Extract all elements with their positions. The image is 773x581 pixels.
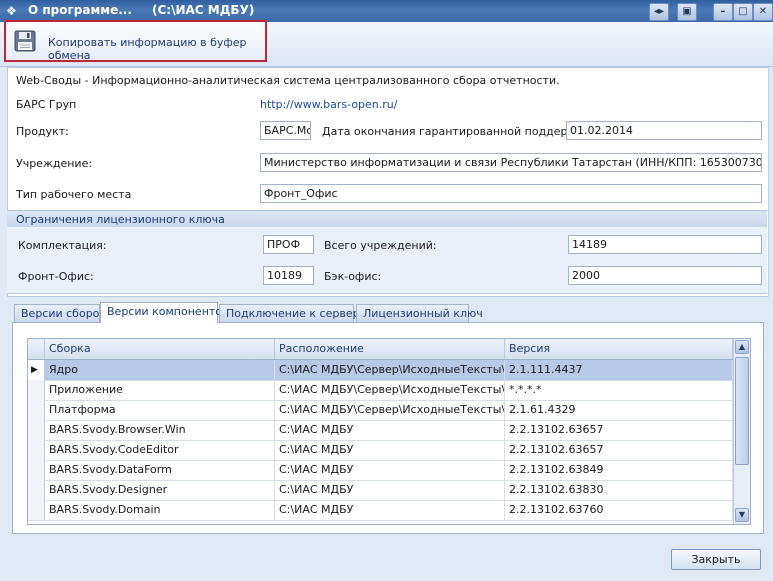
license-group-title: Ограничения лицензионного ключа xyxy=(16,213,225,226)
title-bar: ❖ О программе... (C:\ИАС МДБУ) ◂▸ ▣ – □ … xyxy=(0,0,773,22)
company-link[interactable]: http://www.bars-open.ru/ xyxy=(260,98,397,111)
table-row[interactable]: BARS.Svody.DataForm C:\ИАС МДБУ 2.2.1310… xyxy=(28,460,733,481)
cell-build[interactable]: BARS.Svody.DataForm xyxy=(45,460,275,480)
cell-location[interactable]: C:\ИАС МДБУ\Сервер\ИсходныеТексты\... xyxy=(275,360,505,380)
copy-to-clipboard-button[interactable]: Копировать информацию в буфер обмена xyxy=(4,20,267,62)
row-selector xyxy=(28,460,45,480)
row-selector xyxy=(28,440,45,460)
table-row[interactable]: ▶ Ядро C:\ИАС МДБУ\Сервер\ИсходныеТексты… xyxy=(28,360,733,381)
floppy-disk-icon xyxy=(14,30,36,52)
window-path: (C:\ИАС МДБУ) xyxy=(152,3,255,17)
table-row[interactable]: BARS.Svody.Domain C:\ИАС МДБУ 2.2.13102.… xyxy=(28,500,733,521)
organization-label: Учреждение: xyxy=(16,157,93,170)
column-header-location[interactable]: Расположение xyxy=(275,339,505,359)
front-office-label: Фронт-Офис: xyxy=(18,270,94,283)
cell-build[interactable]: Ядро xyxy=(45,360,275,380)
row-selector xyxy=(28,420,45,440)
tab-server-connection[interactable]: Подключение к серверу xyxy=(219,304,366,322)
cell-version[interactable]: *.*.*.* xyxy=(505,380,733,400)
cell-version[interactable]: 2.2.13102.63849 xyxy=(505,460,733,480)
tab-build-versions[interactable]: Версии сборок xyxy=(14,304,106,322)
total-orgs-field[interactable]: 14189 xyxy=(568,235,762,254)
kit-label: Комплектация: xyxy=(18,239,107,252)
grid-corner xyxy=(28,339,45,359)
table-row[interactable]: Платформа C:\ИАС МДБУ\Сервер\ИсходныеТек… xyxy=(28,400,733,421)
back-office-label: Бэк-офис: xyxy=(324,270,382,283)
cell-version[interactable]: 2.1.111.4437 xyxy=(505,360,733,380)
copy-button-label: Копировать информацию в буфер обмена xyxy=(48,36,247,62)
table-row[interactable]: BARS.Svody.CodeEditor C:\ИАС МДБУ 2.2.13… xyxy=(28,440,733,461)
cell-location[interactable]: C:\ИАС МДБУ xyxy=(275,420,505,440)
column-header-version[interactable]: Версия xyxy=(505,339,733,359)
table-row[interactable]: BARS.Svody.Designer C:\ИАС МДБУ 2.2.1310… xyxy=(28,480,733,501)
cell-version[interactable]: 2.1.61.4329 xyxy=(505,400,733,420)
cell-location[interactable]: C:\ИАС МДБУ\Сервер\ИсходныеТексты\... xyxy=(275,380,505,400)
cell-location[interactable]: C:\ИАС МДБУ xyxy=(275,440,505,460)
close-icon[interactable]: ✕ xyxy=(753,3,773,21)
scroll-up-icon[interactable]: ▲ xyxy=(735,340,749,354)
collapse-arrows-icon[interactable]: ◂▸ xyxy=(649,3,669,21)
cell-version[interactable]: 2.2.13102.63760 xyxy=(505,500,733,520)
back-office-field[interactable]: 2000 xyxy=(568,266,762,285)
organization-field[interactable]: Министерство информатизации и связи Респ… xyxy=(260,153,762,172)
front-office-field[interactable]: 10189 xyxy=(263,266,314,285)
maximize-icon[interactable]: □ xyxy=(733,3,753,21)
cell-location[interactable]: C:\ИАС МДБУ xyxy=(275,500,505,520)
cell-build[interactable]: BARS.Svody.CodeEditor xyxy=(45,440,275,460)
row-selector xyxy=(28,380,45,400)
cell-location[interactable]: C:\ИАС МДБУ xyxy=(275,460,505,480)
system-description: Web-Своды - Информационно-аналитическая … xyxy=(16,74,560,87)
column-header-build[interactable]: Сборка xyxy=(45,339,275,359)
cell-build[interactable]: BARS.Svody.Designer xyxy=(45,480,275,500)
row-selector xyxy=(28,500,45,520)
tab-component-versions[interactable]: Версии компонентов xyxy=(100,302,229,323)
scroll-down-icon[interactable]: ▼ xyxy=(735,508,749,522)
window-title: О программе... xyxy=(28,3,132,17)
product-field[interactable]: БАРС.Мо xyxy=(260,121,311,140)
row-selector xyxy=(28,480,45,500)
minimize-icon[interactable]: – xyxy=(713,3,733,21)
cell-build[interactable]: Платформа xyxy=(45,400,275,420)
scroll-thumb[interactable] xyxy=(735,357,749,465)
table-row[interactable]: BARS.Svody.Browser.Win C:\ИАС МДБУ 2.2.1… xyxy=(28,420,733,441)
support-date-label: Дата окончания гарантированной поддержки… xyxy=(322,125,595,138)
kit-field[interactable]: ПРОФ xyxy=(263,235,314,254)
workplace-type-label: Тип рабочего места xyxy=(16,188,132,201)
cell-version[interactable]: 2.2.13102.63830 xyxy=(505,480,733,500)
company-label: БАРС Груп xyxy=(16,98,77,111)
table-row[interactable]: Приложение C:\ИАС МДБУ\Сервер\ИсходныеТе… xyxy=(28,380,733,401)
pin-icon[interactable]: ▣ xyxy=(677,3,697,21)
cell-location[interactable]: C:\ИАС МДБУ xyxy=(275,480,505,500)
cell-location[interactable]: C:\ИАС МДБУ\Сервер\ИсходныеТексты\... xyxy=(275,400,505,420)
cell-build[interactable]: BARS.Svody.Domain xyxy=(45,500,275,520)
cell-build[interactable]: BARS.Svody.Browser.Win xyxy=(45,420,275,440)
workplace-type-field[interactable]: Фронт_Офис xyxy=(260,184,762,203)
cell-version[interactable]: 2.2.13102.63657 xyxy=(505,420,733,440)
cell-version[interactable]: 2.2.13102.63657 xyxy=(505,440,733,460)
support-date-field[interactable]: 01.02.2014 xyxy=(566,121,762,140)
row-selector xyxy=(28,400,45,420)
row-selector-icon: ▶ xyxy=(28,360,45,380)
product-label: Продукт: xyxy=(16,125,69,138)
license-group-header: Ограничения лицензионного ключа xyxy=(7,210,767,228)
app-icon: ❖ xyxy=(6,4,17,18)
total-orgs-label: Всего учреждений: xyxy=(324,239,437,252)
vertical-scrollbar[interactable]: ▲ ▼ xyxy=(733,339,750,524)
components-grid: Сборка Расположение Версия ▶ Ядро C:\ИАС… xyxy=(27,338,751,525)
close-button[interactable]: Закрыть xyxy=(671,549,761,570)
grid-header: Сборка Расположение Версия xyxy=(28,339,733,360)
tab-license-key[interactable]: Лицензионный ключ xyxy=(356,304,483,322)
cell-build[interactable]: Приложение xyxy=(45,380,275,400)
